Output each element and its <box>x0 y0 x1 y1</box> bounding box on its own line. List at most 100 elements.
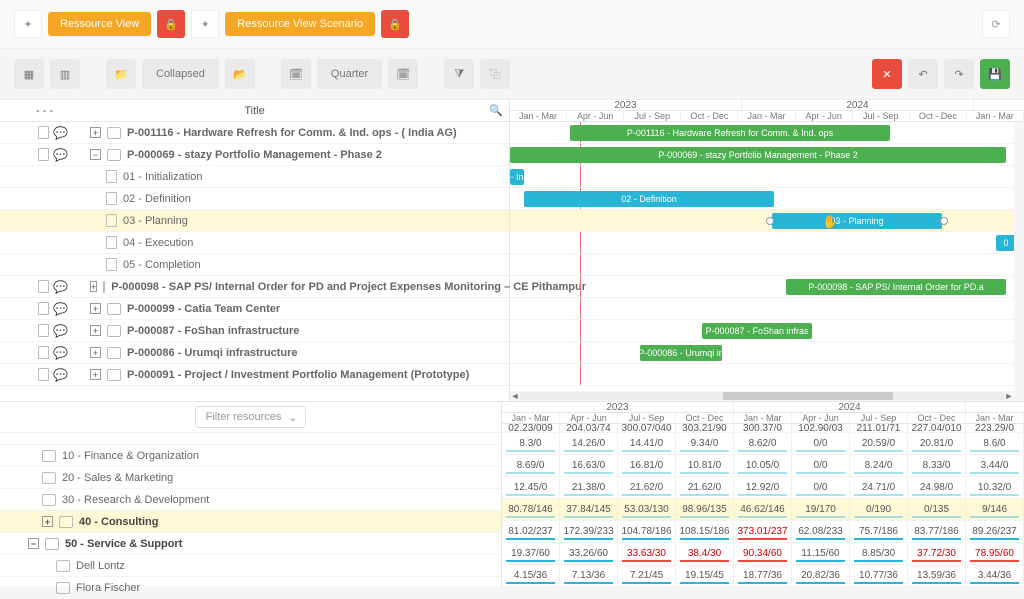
expand-toggle[interactable]: + <box>90 347 101 358</box>
gantt-row[interactable]: - In <box>510 166 1024 188</box>
gantt-bar[interactable]: P-000069 - stazy Portfolio Management - … <box>510 147 1006 163</box>
tree-row[interactable]: 💬−P-000069 - stazy Portfolio Management … <box>0 144 509 166</box>
expand-toggle[interactable]: − <box>28 538 39 549</box>
calendar-icon[interactable]: 🗓 <box>281 59 311 89</box>
gantt-row[interactable] <box>510 364 1024 386</box>
chevron-down-icon[interactable]: ⌄ <box>288 411 297 424</box>
grid-cell: 20.81/0 <box>908 433 966 454</box>
lock-icon-2[interactable]: 🔒 <box>381 10 409 38</box>
gantt-row[interactable]: P-000098 - SAP PS/ Internal Order for PD… <box>510 276 1024 298</box>
quarter-label: Jan - Mar <box>734 413 792 423</box>
chart-view-icon[interactable]: ▥ <box>50 59 80 89</box>
resource-label: 20 - Sales & Marketing <box>62 472 173 484</box>
expand-toggle[interactable]: + <box>90 325 101 336</box>
resource-row[interactable]: Dell Lontz <box>0 555 501 577</box>
close-button[interactable]: ✕ <box>872 59 902 89</box>
tree-row[interactable]: 💬+P-000099 - Catia Team Center <box>0 298 509 320</box>
resource-row[interactable]: +40 - Consulting <box>0 511 501 533</box>
doc-icon <box>106 214 117 227</box>
tree-row[interactable]: 💬+P-000086 - Urumqi infrastructure <box>0 342 509 364</box>
expand-toggle[interactable]: + <box>90 303 101 314</box>
project-label: 02 - Definition <box>123 193 191 205</box>
tree-row[interactable]: 05 - Completion <box>0 254 509 276</box>
tree-row[interactable]: 02 - Definition <box>0 188 509 210</box>
expand-toggle[interactable]: − <box>90 149 101 160</box>
folder-icon[interactable]: 📁 <box>106 59 136 89</box>
gantt-row[interactable]: 02 - Definition <box>510 188 1024 210</box>
tree-row[interactable]: 💬+P-000098 - SAP PS/ Internal Order for … <box>0 276 509 298</box>
tree-row[interactable]: 03 - Planning <box>0 210 509 232</box>
gantt-bar[interactable]: P-000086 - Urumqi in <box>640 345 722 361</box>
filter-icon[interactable]: ⧩ <box>444 59 474 89</box>
horizontal-scrollbar[interactable]: ◄ ► <box>510 391 1014 401</box>
grid-cell: 19.15/45 <box>676 565 734 586</box>
year-label: 2024 <box>734 402 966 412</box>
gantt-row[interactable] <box>510 298 1024 320</box>
gantt-row[interactable]: 03 - Planning✋ <box>510 210 1024 232</box>
quarter-label: Oct - Dec <box>908 413 966 423</box>
resource-view-button[interactable]: Ressource View <box>48 12 151 36</box>
resource-row[interactable]: 20 - Sales & Marketing <box>0 467 501 489</box>
tree-row[interactable]: 01 - Initialization <box>0 166 509 188</box>
scroll-left-arrow[interactable]: ◄ <box>510 391 520 401</box>
copy-icon[interactable]: ⿻ <box>480 59 510 89</box>
resource-view-scenario-button[interactable]: Ressource View Scenario <box>225 12 375 36</box>
folder-open-icon[interactable]: 📂 <box>225 59 255 89</box>
redo-icon[interactable]: ↷ <box>944 59 974 89</box>
comment-icon: 💬 <box>53 280 68 294</box>
collapsed-button[interactable]: Collapsed <box>142 59 219 89</box>
project-label: 05 - Completion <box>123 259 201 271</box>
quarter-button[interactable]: Quarter <box>317 59 382 89</box>
grid-cell: 13.59/36 <box>908 565 966 586</box>
gantt-row[interactable]: P-000086 - Urumqi in <box>510 342 1024 364</box>
gantt-bar[interactable]: P-001116 - Hardware Refresh for Comm. & … <box>570 125 890 141</box>
filter-resources-input[interactable]: Filter resources ⌄ <box>195 406 307 428</box>
tree-row[interactable]: 04 - Execution <box>0 232 509 254</box>
vertical-scrollbar[interactable] <box>1014 122 1024 401</box>
dashes-label: - - - <box>36 105 53 117</box>
save-button[interactable]: 💾 <box>980 59 1010 89</box>
scroll-right-arrow[interactable]: ► <box>1004 391 1014 401</box>
expand-toggle[interactable]: + <box>42 516 53 527</box>
grid-cell: 8.24/0 <box>850 455 908 476</box>
grid-cell: 10.81/0 <box>676 455 734 476</box>
search-icon[interactable]: 🔍 <box>489 104 503 117</box>
quarter-label: Jul - Sep <box>850 413 908 423</box>
expand-toggle[interactable]: + <box>90 369 101 380</box>
gantt-row[interactable]: P-001116 - Hardware Refresh for Comm. & … <box>510 122 1024 144</box>
calendar-icon-2[interactable]: 🗓 <box>388 59 418 89</box>
back-icon[interactable]: ✦ <box>14 10 42 38</box>
milestone-icon[interactable] <box>766 217 774 225</box>
undo-icon[interactable]: ↶ <box>908 59 938 89</box>
detail-view-icon[interactable]: ▦ <box>14 59 44 89</box>
gantt-row[interactable] <box>510 254 1024 276</box>
gantt-bar[interactable]: 0 <box>996 235 1016 251</box>
scenario-icon[interactable]: ✦ <box>191 10 219 38</box>
comment-icon: 💬 <box>53 302 68 316</box>
gantt-bar[interactable]: 03 - Planning <box>772 213 942 229</box>
expand-toggle[interactable]: + <box>90 127 101 138</box>
gantt-bar[interactable]: 02 - Definition <box>524 191 774 207</box>
resource-grid-pane: 2023 2024 Jan - MarApr - JunJul - SepOct… <box>502 402 1024 587</box>
grid-cell: 227.04/010 <box>908 424 966 432</box>
refresh-icon[interactable]: ⟳ <box>982 10 1010 38</box>
gantt-bar[interactable]: P-000098 - SAP PS/ Internal Order for PD… <box>786 279 1006 295</box>
tree-row[interactable]: 💬+P-000091 - Project / Investment Portfo… <box>0 364 509 386</box>
grid-cell: 20.59/0 <box>850 433 908 454</box>
lock-icon[interactable]: 🔒 <box>157 10 185 38</box>
gantt-bar[interactable]: - In <box>510 169 524 185</box>
scrollbar-thumb[interactable] <box>723 392 892 400</box>
gantt-bar[interactable]: P-000087 - FoShan infras <box>702 323 812 339</box>
resource-row[interactable]: −50 - Service & Support <box>0 533 501 555</box>
resource-row[interactable]: 30 - Research & Development <box>0 489 501 511</box>
resource-row[interactable]: 10 - Finance & Organization <box>0 445 501 467</box>
milestone-icon[interactable] <box>940 217 948 225</box>
gantt-row[interactable]: P-000087 - FoShan infras <box>510 320 1024 342</box>
gantt-row[interactable]: 0 <box>510 232 1024 254</box>
year-label: 2024 <box>742 100 974 110</box>
resource-row[interactable]: Flora Fischer <box>0 577 501 599</box>
gantt-row[interactable]: P-000069 - stazy Portfolio Management - … <box>510 144 1024 166</box>
tree-row[interactable]: 💬+P-001116 - Hardware Refresh for Comm. … <box>0 122 509 144</box>
tree-row[interactable]: 💬+P-000087 - FoShan infrastructure <box>0 320 509 342</box>
expand-toggle[interactable]: + <box>90 281 97 292</box>
